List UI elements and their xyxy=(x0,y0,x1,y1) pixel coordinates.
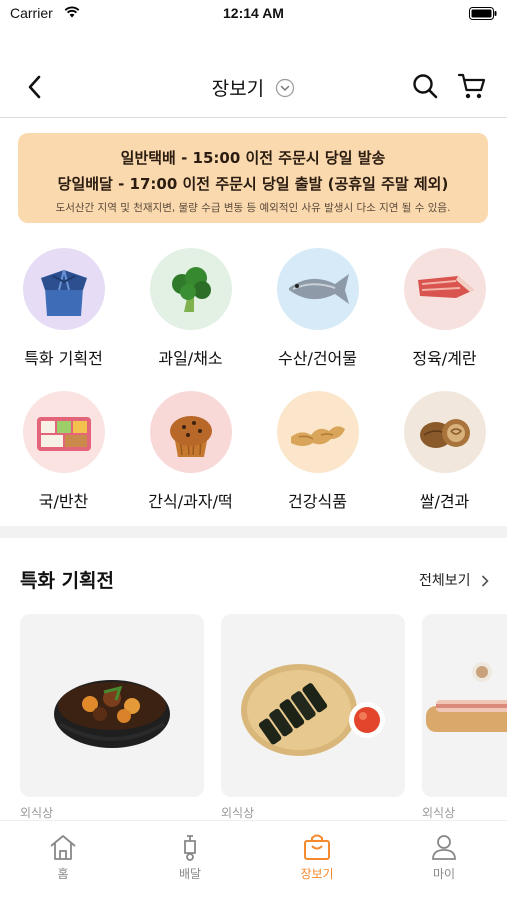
notice-disclaimer: 도서산간 지역 및 천재지변, 물량 수급 변동 등 예외적인 사유 발생시 다… xyxy=(55,202,451,214)
scooter-icon xyxy=(184,835,196,861)
product-card[interactable] xyxy=(422,614,507,797)
bottom-tab-bar: 홈 배달 장보기 마이 xyxy=(0,820,507,900)
product-subtitle: 외식상 xyxy=(422,806,456,820)
product-subtitle: 외식상 xyxy=(221,806,255,820)
fish-icon xyxy=(277,248,359,330)
braised-chicken-image xyxy=(54,680,170,748)
meat-icon xyxy=(404,248,486,330)
battery-icon xyxy=(469,7,497,20)
category-label: 국/반찬 xyxy=(38,492,89,511)
person-icon xyxy=(432,835,456,860)
tab-home[interactable]: 홈 xyxy=(0,833,126,882)
tab-my[interactable]: 마이 xyxy=(381,833,507,882)
category-grid: 특화 기획전 과일/채소 수산/건어물 정육/계란 국/반찬 간식/과자/떡 건… xyxy=(0,244,507,524)
category-seafood[interactable]: 수산/건어물 xyxy=(254,244,381,374)
category-soup-side-dish[interactable]: 국/반찬 xyxy=(0,387,127,517)
notice-standard-shipping: 일반택배 - 15:00 이전 주문시 당일 발송 xyxy=(120,149,386,167)
product-card[interactable] xyxy=(221,614,405,797)
category-rice-nut[interactable]: 쌀/견과 xyxy=(381,387,507,517)
see-all-label: 전체보기 xyxy=(419,573,471,589)
notice-same-day-delivery: 당일배달 - 17:00 이전 주문시 당일 출발 (공휴일 주말 제외) xyxy=(57,175,449,193)
home-icon xyxy=(50,835,76,860)
tab-label: 마이 xyxy=(432,867,456,881)
chevron-right-icon xyxy=(481,575,489,587)
muffin-icon xyxy=(150,391,232,473)
category-snack-rice-cake[interactable]: 간식/과자/떡 xyxy=(127,387,254,517)
section-title: 특화 기획전 xyxy=(20,570,115,592)
product-subtitle: 외식상 xyxy=(20,806,54,820)
category-health-food[interactable]: 건강식품 xyxy=(254,387,381,517)
see-all-link[interactable]: 전체보기 xyxy=(419,570,489,590)
category-label: 건강식품 xyxy=(288,492,347,511)
page-title: 장보기 xyxy=(211,78,265,100)
walnut-icon xyxy=(404,391,486,473)
category-label: 정육/계란 xyxy=(412,349,477,368)
tab-label: 장보기 xyxy=(300,867,334,881)
category-label: 수산/건어물 xyxy=(278,349,357,368)
status-time: 12:14 AM xyxy=(223,5,284,21)
search-icon[interactable] xyxy=(411,72,439,100)
package-gift-icon xyxy=(23,248,105,330)
app-header: 장보기 xyxy=(0,58,507,118)
ginger-icon xyxy=(277,391,359,473)
chevron-down-icon xyxy=(276,78,295,97)
gimbap-platter-image xyxy=(241,664,385,756)
tab-shopping[interactable]: 장보기 xyxy=(254,833,380,882)
section-divider xyxy=(0,526,507,538)
category-label: 과일/채소 xyxy=(158,349,223,368)
broccoli-icon xyxy=(150,248,232,330)
status-bar: Carrier 12:14 AM xyxy=(0,0,507,28)
category-label: 특화 기획전 xyxy=(24,349,103,368)
tab-label: 배달 xyxy=(178,867,202,881)
cart-icon[interactable] xyxy=(457,72,487,100)
lunchbox-icon xyxy=(23,391,105,473)
category-label: 쌀/견과 xyxy=(419,492,470,511)
category-fruit-vegetable[interactable]: 과일/채소 xyxy=(127,244,254,374)
product-card[interactable] xyxy=(20,614,204,797)
tab-delivery[interactable]: 배달 xyxy=(127,833,253,882)
category-label: 간식/과자/떡 xyxy=(148,492,233,511)
tab-label: 홈 xyxy=(57,867,69,881)
shipping-notice-banner: 일반택배 - 15:00 이전 주문시 당일 발송 당일배달 - 17:00 이… xyxy=(18,133,488,223)
category-special-exhibition[interactable]: 특화 기획전 xyxy=(0,244,127,374)
shopping-bag-icon xyxy=(304,834,330,860)
pork-belly-image xyxy=(426,662,507,732)
category-meat-egg[interactable]: 정육/계란 xyxy=(381,244,507,374)
